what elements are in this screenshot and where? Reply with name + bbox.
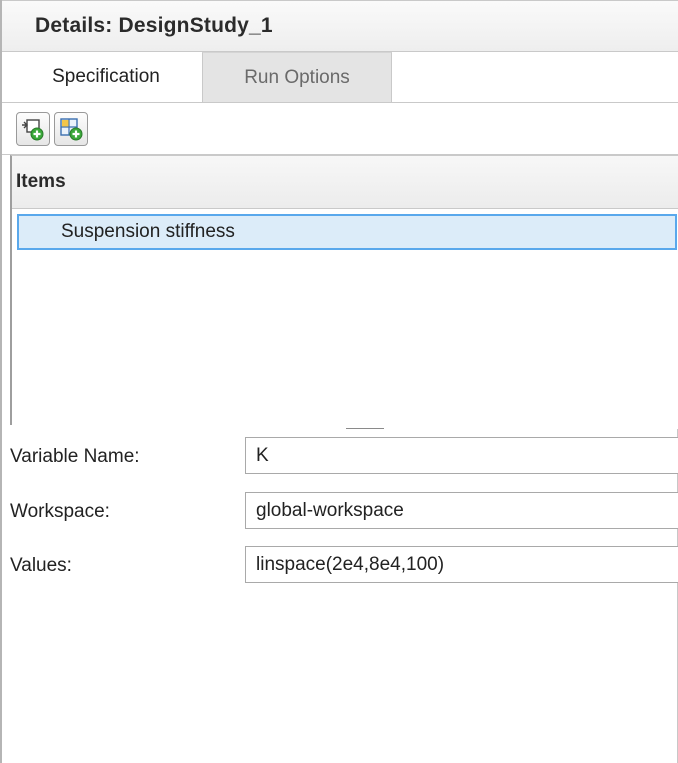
- panel-title: Details: DesignStudy_1: [35, 14, 273, 37]
- values-label: Values:: [10, 555, 72, 576]
- items-list: Items Suspension stiffness: [10, 155, 678, 425]
- details-panel: Details: DesignStudy_1 Specification Run…: [0, 0, 678, 763]
- workspace-label: Workspace:: [10, 501, 110, 522]
- variable-name-field[interactable]: [245, 437, 678, 474]
- splitter-handle[interactable]: [10, 425, 678, 429]
- items-header-label: Items: [16, 171, 66, 192]
- list-item-label: Suspension stiffness: [61, 221, 235, 242]
- values-field[interactable]: [245, 546, 678, 583]
- tab-strip: Specification Run Options: [2, 52, 678, 103]
- variable-name-label: Variable Name:: [10, 446, 140, 467]
- tab-run-options[interactable]: Run Options: [202, 52, 392, 102]
- items-header: Items: [12, 156, 678, 209]
- toolbar: [2, 103, 678, 155]
- workspace-field[interactable]: [245, 492, 678, 529]
- add-variable-button[interactable]: [16, 112, 50, 146]
- list-item[interactable]: Suspension stiffness: [17, 214, 677, 250]
- add-grid-button[interactable]: [54, 112, 88, 146]
- tab-specification[interactable]: Specification: [10, 52, 202, 102]
- panel-title-bar: Details: DesignStudy_1: [2, 0, 678, 52]
- splitter-grip: [346, 428, 384, 429]
